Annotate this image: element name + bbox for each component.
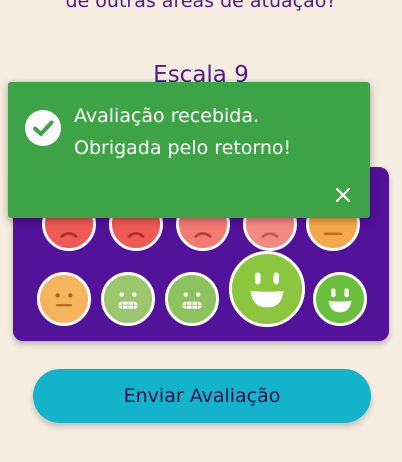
rating-face-9-selected[interactable] [229,251,305,327]
toast-message-line-2: Obrigada pelo retorno! [74,137,292,159]
rating-face-10[interactable] [313,272,367,326]
grimace-face-icon [182,292,202,309]
rating-face-7[interactable] [101,272,155,326]
rating-face-6[interactable] [37,272,91,326]
happy-face-icon [328,288,352,313]
survey-question: de outras áreas de atuação? [65,0,337,12]
toast-message-line-1: Avaliação recebida. [74,105,260,127]
close-icon[interactable] [333,185,353,205]
toast-message: Avaliação recebida. Obrigada pelo retorn… [74,100,364,164]
grimace-face-icon [118,292,138,309]
neutral-face-icon [55,293,73,307]
submit-rating-button[interactable]: Enviar Avaliação [33,369,371,423]
rating-face-8[interactable] [165,272,219,326]
happy-face-icon [250,272,284,308]
success-toast: Avaliação recebida. Obrigada pelo retorn… [8,82,370,218]
check-circle-icon [25,110,61,146]
